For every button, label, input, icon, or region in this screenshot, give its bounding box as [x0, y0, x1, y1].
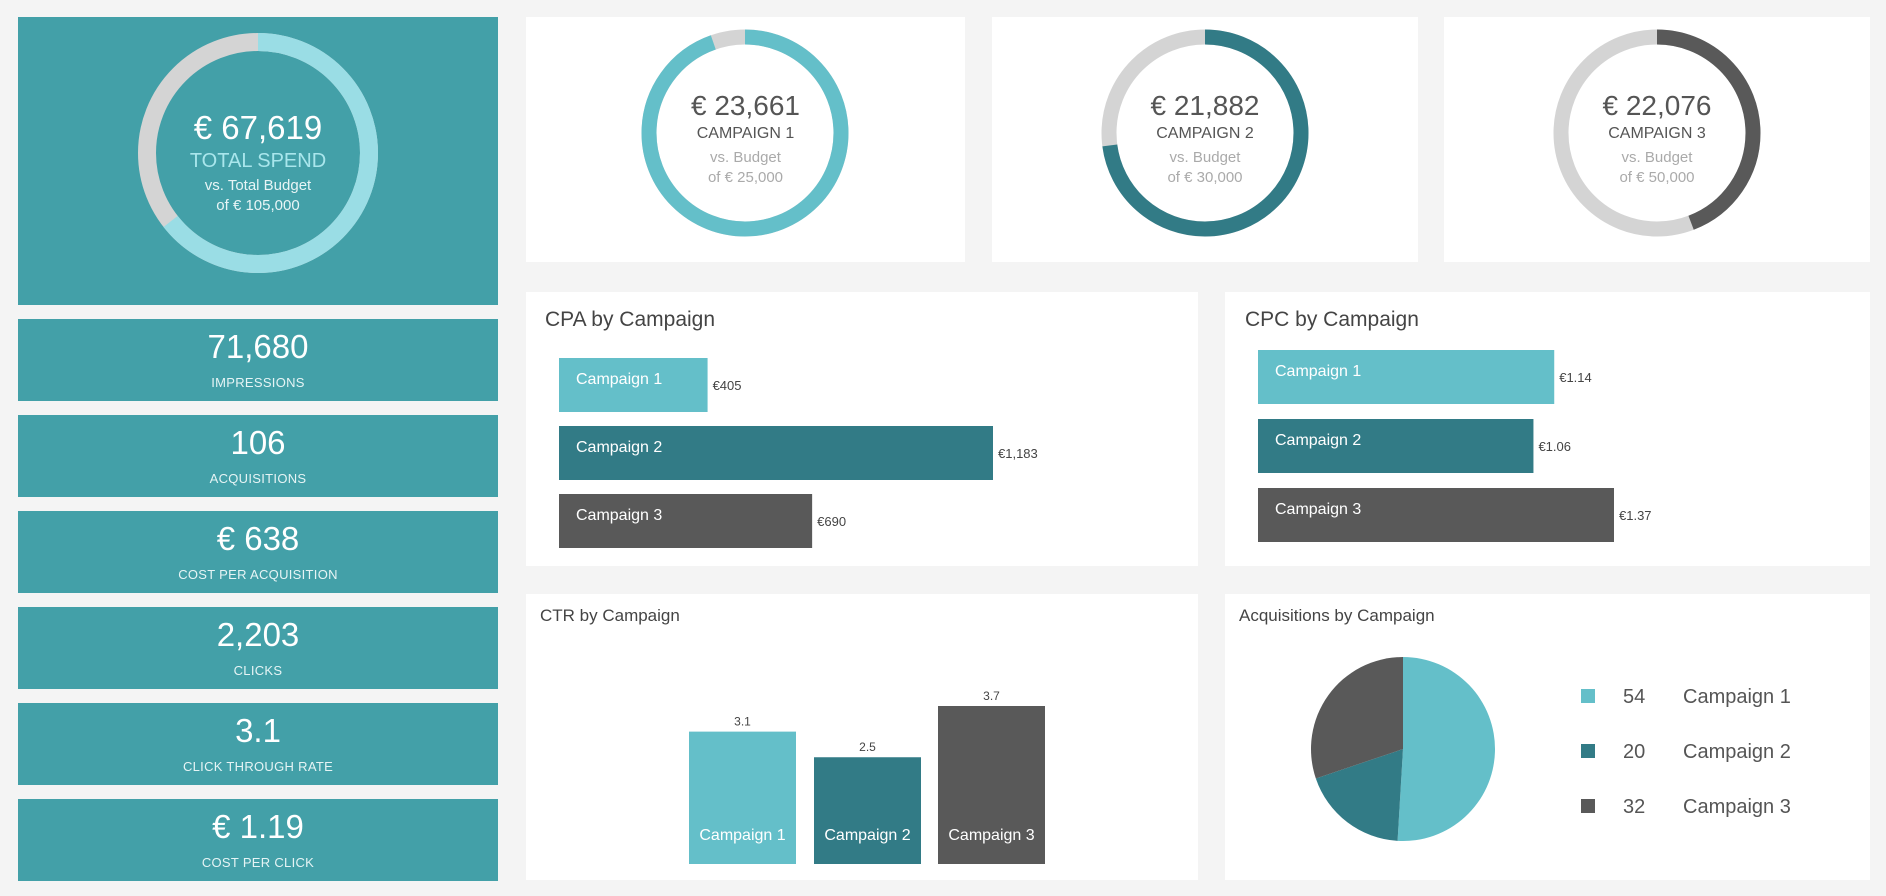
acquisitions-chart-panel: Acquisitions by Campaign 54 Campaign 1 20 C… — [1225, 594, 1870, 880]
ctr-bar-label: Campaign 2 — [824, 827, 910, 844]
legend-value: 54 — [1623, 686, 1645, 708]
ctr-value-label: 3.1 — [734, 715, 751, 729]
ctr-bar-label: Campaign 1 — [699, 827, 785, 844]
campaign-spend-value: € 21,882 — [1150, 90, 1260, 121]
cpa-value-label: €405 — [713, 378, 742, 393]
kpi-cost-per-click: € 1.19 COST PER CLICK — [18, 799, 498, 881]
kpi-label: IMPRESSIONS — [211, 375, 305, 390]
campaign-2-donut-panel: € 21,882 CAMPAIGN 2 vs. Budget of € 30,0… — [992, 17, 1418, 262]
campaign-name: CAMPAIGN 3 — [1608, 125, 1706, 142]
campaign-3-donut-panel: € 22,076 CAMPAIGN 3 vs. Budget of € 50,0… — [1444, 17, 1870, 262]
kpi-label: CLICKS — [233, 663, 283, 678]
campaign-name: CAMPAIGN 2 — [1156, 125, 1254, 142]
campaign-budget-text: vs. Budget — [1169, 149, 1241, 166]
legend-label: Campaign 1 — [1683, 686, 1791, 708]
cpc-value-label: €1.37 — [1619, 508, 1652, 523]
kpi-label: COST PER ACQUISITION — [178, 567, 338, 582]
ctr-value-label: 3.7 — [983, 689, 1000, 703]
cpa-bar-label: Campaign 3 — [576, 507, 662, 524]
legend-swatch — [1581, 799, 1595, 813]
kpi-cost-per-acquisition: € 638 COST PER ACQUISITION — [18, 511, 498, 593]
campaign-1-donut-panel: € 23,661 CAMPAIGN 1 vs. Budget of € 25,0… — [526, 17, 965, 262]
cpc-chart-panel: CPC by Campaign Campaign 1 €1.14 Campaign … — [1225, 292, 1870, 566]
cpc-bar-label: Campaign 3 — [1275, 501, 1361, 518]
legend-label: Campaign 3 — [1683, 796, 1791, 818]
total-budget-text: vs. Total Budget — [204, 177, 312, 194]
campaign-spend-value: € 23,661 — [691, 90, 800, 121]
total-spend-value: € 67,619 — [193, 109, 323, 146]
ctr-bar — [689, 731, 796, 864]
ctr-value-label: 2.5 — [859, 740, 876, 754]
campaign-spend-value: € 22,076 — [1602, 90, 1712, 121]
campaign-budget-amount: of € 25,000 — [707, 169, 784, 186]
kpi-value: € 638 — [216, 520, 300, 557]
campaign-budget-amount: of € 50,000 — [1619, 169, 1695, 186]
ctr-bar — [814, 757, 921, 864]
kpi-value: € 1.19 — [212, 808, 304, 845]
kpi-label: ACQUISITIONS — [209, 471, 307, 486]
legend-value: 32 — [1623, 796, 1645, 818]
kpi-impressions: 71,680 IMPRESSIONS — [18, 319, 498, 401]
campaign-name: CAMPAIGN 1 — [696, 125, 795, 142]
campaign-budget-text: vs. Budget — [1621, 149, 1693, 166]
cpc-bar-label: Campaign 1 — [1275, 363, 1361, 380]
cpc-value-label: €1.14 — [1559, 370, 1592, 385]
kpi-click-through-rate: 3.1 CLICK THROUGH RATE — [18, 703, 498, 785]
total-budget-amount: of € 105,000 — [216, 197, 300, 214]
cpa-value-label: €690 — [817, 514, 846, 529]
campaign-budget-text: vs. Budget — [710, 149, 781, 166]
cpa-bar-label: Campaign 2 — [576, 439, 662, 456]
total-spend-label: TOTAL SPEND — [189, 150, 327, 172]
cpc-chart: Campaign 1 €1.14 Campaign 2 €1.06 Campaign 3… — [1258, 350, 1652, 542]
cpa-value-label: €1,183 — [998, 446, 1038, 461]
cpa-chart: Campaign 1 €405 Campaign 2 €1,183 Campaign 3… — [559, 358, 1038, 548]
legend-label: Campaign 2 — [1683, 741, 1791, 763]
legend-value: 20 — [1623, 741, 1645, 763]
kpi-label: CLICK THROUGH RATE — [182, 759, 334, 774]
kpi-clicks: 2,203 CLICKS — [18, 607, 498, 689]
campaign-budget-amount: of € 30,000 — [1167, 169, 1243, 186]
cpa-chart-panel: CPA by Campaign Campaign 1 €405 Campaign 2… — [526, 292, 1198, 566]
cpc-value-label: €1.06 — [1538, 439, 1571, 454]
cpc-bar-label: Campaign 2 — [1275, 432, 1361, 449]
cpa-bar-label: Campaign 1 — [576, 371, 662, 388]
total-spend-panel: € 67,619 TOTAL SPEND vs. Total Budget of… — [18, 17, 498, 305]
kpi-acquisitions: 106 ACQUISITIONS — [18, 415, 498, 497]
pie-slice — [1397, 657, 1495, 841]
ctr-chart-panel: CTR by Campaign 3.1 Campaign 1 2.5 Campaign… — [526, 594, 1198, 880]
kpi-value: 106 — [230, 424, 286, 461]
acquisitions-pie-chart: 54 Campaign 1 20 Campaign 2 32 Campaign 3 — [1311, 657, 1791, 841]
kpi-value: 71,680 — [207, 328, 309, 365]
legend-swatch — [1581, 689, 1595, 703]
kpi-value: 3.1 — [235, 712, 281, 749]
kpi-label: COST PER CLICK — [201, 855, 315, 870]
kpi-value: 2,203 — [216, 616, 300, 653]
ctr-chart: 3.1 Campaign 1 2.5 Campaign 2 3.7 Campaign 3 — [689, 689, 1045, 864]
legend-swatch — [1581, 744, 1595, 758]
ctr-bar-label: Campaign 3 — [948, 827, 1034, 844]
